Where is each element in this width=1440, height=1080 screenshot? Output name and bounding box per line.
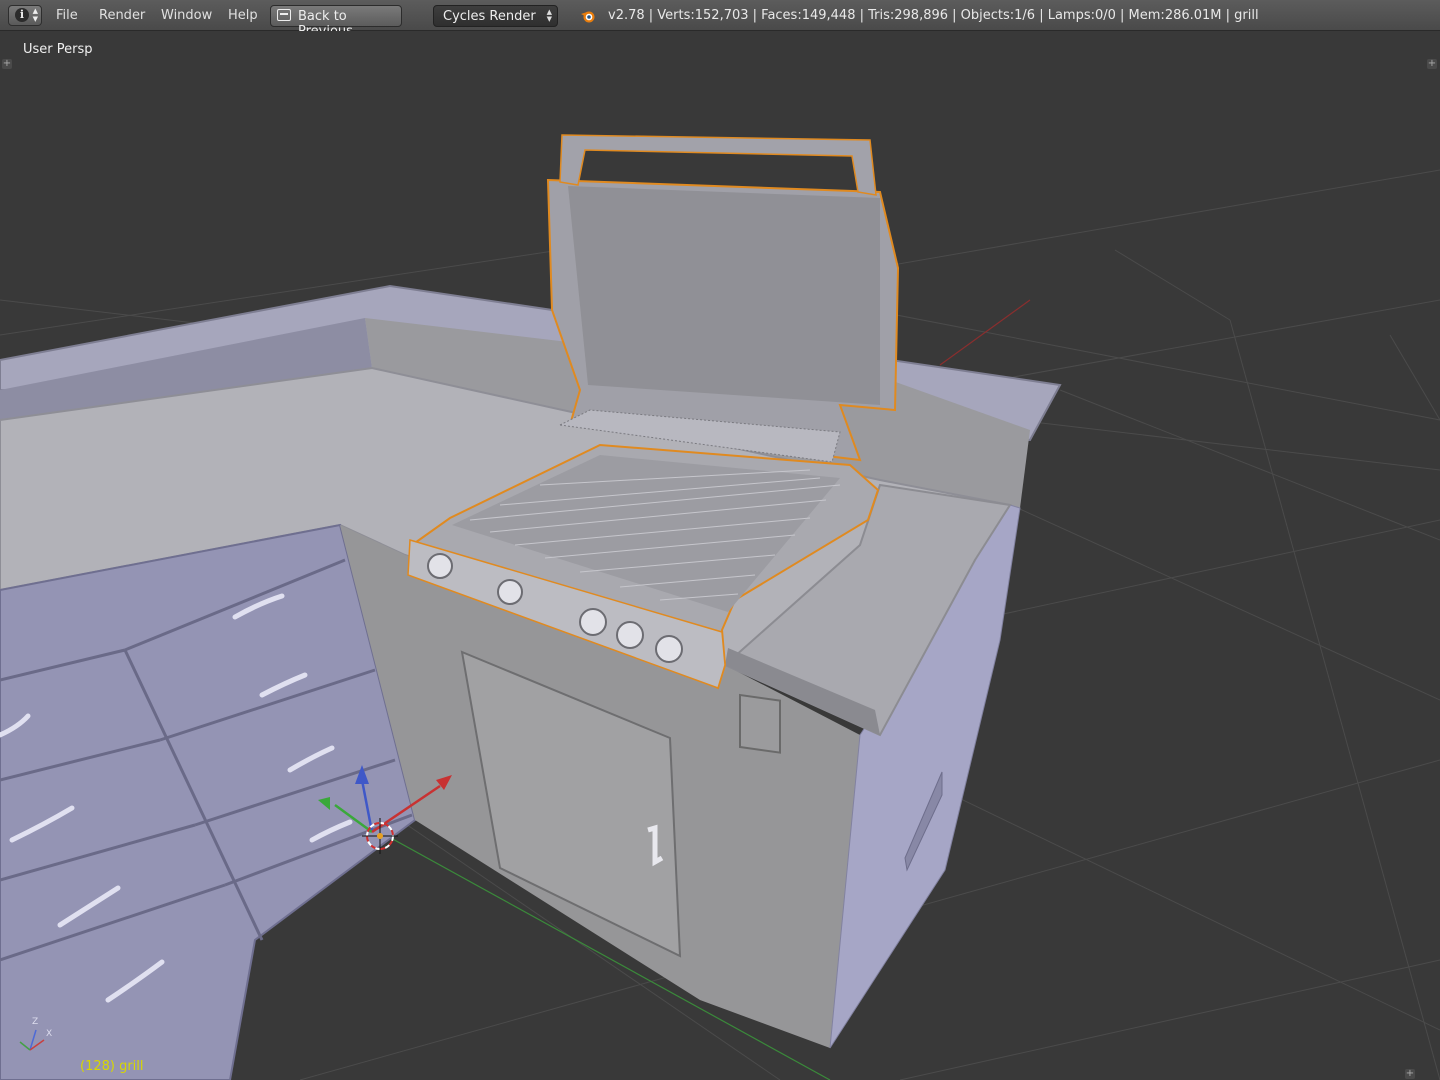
region-corner-icon[interactable]: + bbox=[1405, 1069, 1415, 1079]
knob-2[interactable] bbox=[497, 579, 523, 605]
blender-logo-icon bbox=[581, 11, 595, 23]
render-engine-select[interactable]: Cycles Render ▲ ▼ bbox=[433, 5, 558, 27]
blender-window: i ▲▼ File Render Window Help Back to Pre… bbox=[0, 0, 1440, 1080]
properties-toggle-icon[interactable]: + bbox=[1427, 59, 1437, 69]
axis-label-z: Z bbox=[32, 1017, 39, 1027]
knob-5[interactable] bbox=[655, 635, 683, 663]
3d-viewport[interactable]: User Persp + + + Z X (128) grill bbox=[0, 31, 1440, 1080]
active-object-label: (128) grill bbox=[80, 1059, 144, 1074]
menu-render[interactable]: Render bbox=[99, 8, 145, 23]
back-to-previous-button[interactable]: Back to Previous bbox=[270, 5, 402, 39]
render-engine-value: Cycles Render bbox=[443, 9, 536, 24]
editor-type-button[interactable]: i ▲ ▼ bbox=[8, 5, 42, 26]
knob-4[interactable] bbox=[616, 621, 644, 649]
info-header: i ▲▼ File Render Window Help Back to Pre… bbox=[0, 0, 1440, 39]
up-down-arrows-icon: ▲ ▼ bbox=[32, 7, 38, 23]
viewport-scene bbox=[0, 134, 1440, 1080]
knob-3[interactable] bbox=[579, 608, 607, 636]
knob-1[interactable] bbox=[427, 553, 453, 579]
power-outlet bbox=[739, 693, 781, 754]
axis-label-x: X bbox=[46, 1029, 53, 1039]
menu-help[interactable]: Help bbox=[228, 8, 258, 23]
x-axis-line bbox=[939, 299, 1031, 366]
scene-statistics: v2.78 | Verts:152,703 | Faces:149,448 | … bbox=[608, 8, 1259, 23]
view-name-label: User Persp bbox=[23, 42, 93, 57]
back-screen-icon bbox=[277, 9, 291, 21]
grill-lid-inner bbox=[568, 186, 880, 405]
toolshelf-toggle-icon[interactable]: + bbox=[2, 59, 12, 69]
menu-window[interactable]: Window bbox=[161, 8, 212, 23]
select-arrows-icon: ▲ ▼ bbox=[546, 8, 552, 23]
outdoor-kitchen-model[interactable] bbox=[0, 284, 1062, 1080]
left-drawer-bank bbox=[0, 523, 417, 1080]
menu-file[interactable]: File bbox=[56, 8, 78, 23]
info-icon: i bbox=[15, 8, 29, 22]
